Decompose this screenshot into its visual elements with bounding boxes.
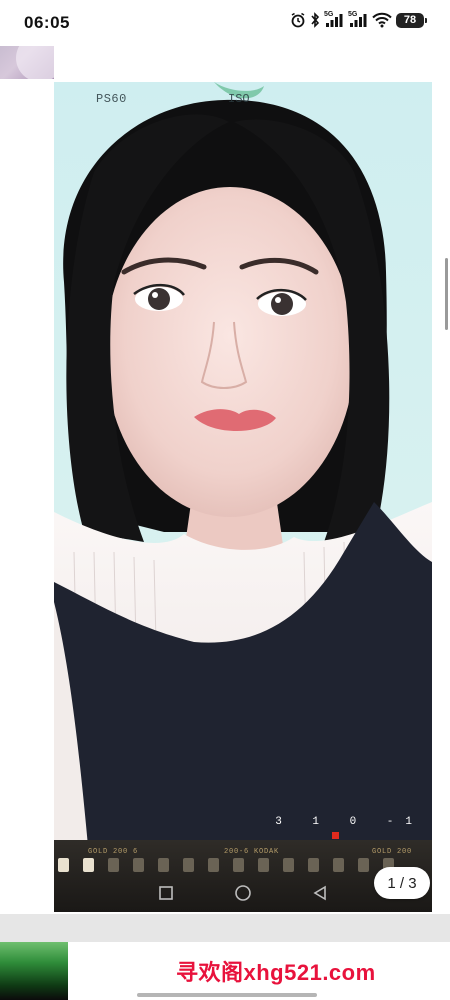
film-frame-counter: 3 1 0 -1	[275, 816, 424, 828]
battery-icon: 78	[396, 12, 427, 28]
status-icons: 5G 5G 78	[290, 11, 427, 28]
scrollbar[interactable]	[445, 258, 448, 330]
square-icon	[158, 885, 174, 901]
signal-icon: 5G	[324, 11, 344, 28]
signal-icon-2: 5G	[348, 11, 368, 28]
divider-band	[0, 914, 450, 942]
battery-level: 78	[403, 14, 417, 26]
portrait-photo	[54, 82, 432, 912]
film-text-right: GOLD 200	[372, 848, 413, 856]
previous-image-thumbnail[interactable]	[0, 46, 54, 79]
signal-1-label: 5G	[324, 11, 334, 18]
page-counter: 1 / 3	[374, 867, 430, 899]
film-text-mid: 200-6 KODAK	[224, 848, 280, 856]
photo-overlay-iso: ISO	[228, 92, 250, 106]
photo-overlay-text: PS60	[96, 92, 127, 106]
status-bar: 06:05 5G 5G 78	[0, 0, 450, 46]
next-image-thumbnail[interactable]	[0, 942, 68, 1000]
bluetooth-icon	[310, 12, 320, 28]
wifi-icon	[372, 12, 392, 28]
home-indicator[interactable]	[137, 993, 317, 997]
film-perforations	[58, 858, 394, 872]
signal-2-label: 5G	[348, 11, 358, 18]
page-counter-text: 1 / 3	[387, 874, 417, 892]
film-text-left: GOLD 200 6	[88, 848, 139, 856]
watermark-text: 寻欢阁xhg521.com	[176, 960, 376, 985]
triangle-back-icon	[312, 885, 328, 901]
alarm-icon	[290, 12, 306, 28]
circle-icon	[234, 884, 252, 902]
film-marker	[332, 832, 339, 839]
photo-viewer-image[interactable]: PS60 ISO 3 1 0 -1 GOLD 200 6 200-6 KODAK…	[54, 82, 432, 912]
status-time: 06:05	[24, 13, 70, 32]
